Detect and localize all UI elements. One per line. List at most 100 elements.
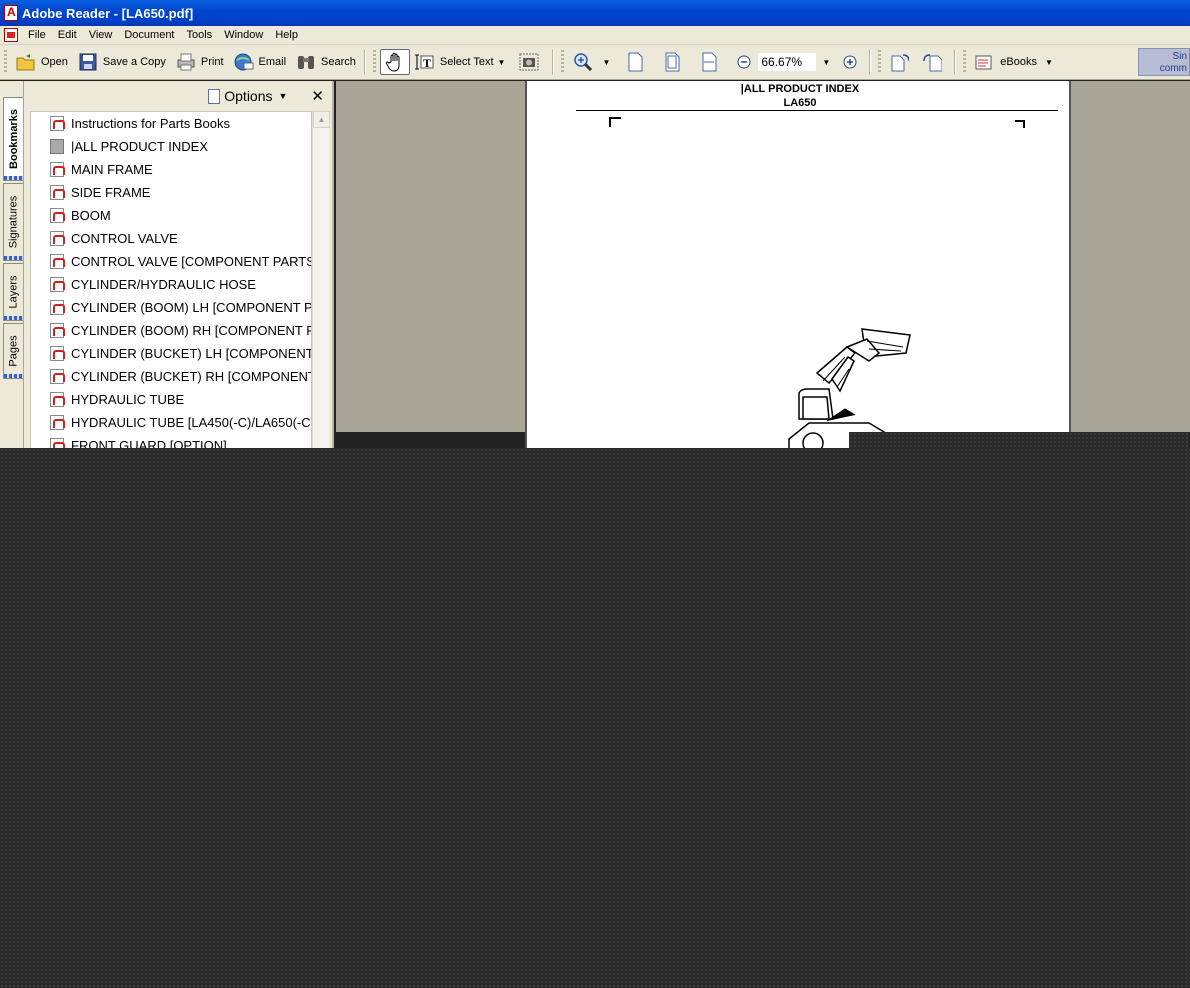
bookmark-item[interactable]: Instructions for Parts Books: [31, 112, 311, 135]
toolbar-separator: [363, 49, 366, 75]
bookmark-item[interactable]: CYLINDER (BOOM) RH [COMPONENT P: [31, 319, 311, 342]
close-icon[interactable]: ✕: [311, 87, 324, 105]
open-button[interactable]: Open: [11, 48, 73, 76]
chevron-down-icon[interactable]: ▼: [822, 58, 830, 67]
camera-icon: [519, 52, 539, 72]
tab-indicator: [4, 316, 23, 320]
menu-window[interactable]: Window: [218, 29, 269, 41]
bookmark-item[interactable]: BOOM: [31, 204, 311, 227]
menu-tools[interactable]: Tools: [181, 29, 219, 41]
text-cursor-icon: T: [414, 52, 435, 72]
bookmark-item[interactable]: CYLINDER (BUCKET) RH [COMPONENT: [31, 365, 311, 388]
zoom-in-icon: [840, 52, 860, 72]
fit-width-button[interactable]: [693, 48, 730, 76]
ebooks-button[interactable]: eBooks ▼: [970, 48, 1062, 76]
search-button[interactable]: Search: [291, 48, 361, 76]
toolbar-separator: [552, 49, 555, 75]
fit-page-button[interactable]: [656, 48, 693, 76]
menu-help[interactable]: Help: [269, 29, 304, 41]
snapshot-button[interactable]: [514, 48, 549, 76]
pdf-page-icon: [50, 116, 65, 131]
bookmark-item[interactable]: CYLINDER/HYDRAULIC HOSE: [31, 273, 311, 296]
toolbar-grip[interactable]: [878, 50, 882, 74]
bookmark-label: |ALL PRODUCT INDEX: [71, 139, 209, 154]
fit-page-icon: [662, 52, 682, 72]
menu-bar: File Edit View Document Tools Window Hel…: [0, 26, 1190, 45]
zoom-in-button[interactable]: [834, 48, 866, 76]
bookmark-label: BOOM: [71, 208, 111, 223]
bookmark-item[interactable]: HYDRAULIC TUBE: [31, 388, 311, 411]
bookmark-item[interactable]: CONTROL VALVE: [31, 227, 311, 250]
toolbar-separator: [869, 49, 872, 75]
rotate-clockwise-button[interactable]: [885, 48, 918, 76]
bookmark-item[interactable]: HYDRAULIC TUBE [LA450(-C)/LA650(-C)]: [31, 411, 311, 434]
save-copy-button[interactable]: Save a Copy: [73, 48, 171, 76]
bookmark-label: Instructions for Parts Books: [71, 116, 230, 131]
toolbar-grip[interactable]: [4, 50, 7, 74]
page-header-model: LA650: [783, 97, 817, 109]
pdf-page-icon: [50, 208, 65, 223]
document-icon[interactable]: [4, 28, 18, 42]
bookmark-item[interactable]: MAIN FRAME: [31, 158, 311, 181]
tab-signatures[interactable]: Signatures: [3, 183, 23, 261]
toolbar-grip[interactable]: [372, 50, 376, 74]
chevron-down-icon[interactable]: ▼: [498, 58, 506, 67]
pdf-page-icon: [50, 231, 65, 246]
pdf-page-icon: [50, 162, 65, 177]
options-icon: [206, 88, 221, 104]
rotate-counterclockwise-button[interactable]: [918, 48, 951, 76]
promo-line-2: comm: [1159, 63, 1187, 74]
tab-indicator: [4, 256, 23, 260]
pdf-page-icon: [50, 277, 65, 292]
ebooks-label: eBooks: [1000, 56, 1037, 68]
bookmark-label: CYLINDER (BUCKET) RH [COMPONENT: [71, 369, 312, 384]
toolbar-grip[interactable]: [963, 50, 967, 74]
hand-icon: [385, 52, 405, 72]
pdf-page: |ALL PRODUCT INDEX LA650: [525, 81, 1071, 451]
bookmark-label: HYDRAULIC TUBE: [71, 392, 185, 407]
zoom-level-field[interactable]: 66.67%: [758, 53, 817, 71]
bookmarks-scrollbar[interactable]: ▲: [312, 111, 330, 448]
bookmark-list: Instructions for Parts Books |ALL PRODUC…: [30, 111, 312, 448]
pdf-page-icon: [50, 185, 65, 200]
menu-view[interactable]: View: [83, 29, 119, 41]
bookmark-item[interactable]: CYLINDER (BUCKET) LH [COMPONENT: [31, 342, 311, 365]
bookmark-label: FRONT GUARD [OPTION]: [71, 438, 227, 448]
zoom-out-button[interactable]: [730, 48, 758, 76]
tab-bookmarks[interactable]: Bookmarks: [3, 97, 23, 181]
select-text-button[interactable]: T Select Text ▼: [410, 48, 515, 76]
print-button[interactable]: Print: [171, 48, 229, 76]
pdf-page-icon: [50, 392, 65, 407]
bookmark-item[interactable]: CONTROL VALVE [COMPONENT PARTS: [31, 250, 311, 273]
hand-tool-button[interactable]: [379, 49, 410, 75]
chevron-down-icon[interactable]: ▼: [279, 91, 288, 101]
open-label: Open: [41, 56, 68, 68]
bookmark-item[interactable]: |ALL PRODUCT INDEX: [31, 135, 311, 158]
menu-edit[interactable]: Edit: [52, 29, 83, 41]
chevron-down-icon[interactable]: ▼: [602, 58, 610, 67]
tab-layers[interactable]: Layers: [3, 263, 23, 321]
bookmark-item[interactable]: SIDE FRAME: [31, 181, 311, 204]
tab-pages[interactable]: Pages: [3, 323, 23, 379]
menu-document[interactable]: Document: [118, 29, 180, 41]
email-button[interactable]: Email: [229, 48, 292, 76]
bookmark-item[interactable]: FRONT GUARD [OPTION]: [31, 434, 311, 448]
crop-mark-top-right: [1015, 120, 1025, 128]
zoom-tool-button[interactable]: ▼: [568, 48, 619, 76]
scroll-up-arrow-icon[interactable]: ▲: [313, 111, 330, 128]
bookmark-item[interactable]: CYLINDER (BOOM) LH [COMPONENT PA: [31, 296, 311, 319]
menu-file[interactable]: File: [22, 29, 52, 41]
chevron-down-icon[interactable]: ▼: [1045, 58, 1053, 67]
zoom-out-icon: [734, 52, 754, 72]
bookmark-label: CYLINDER (BOOM) RH [COMPONENT P: [71, 323, 312, 338]
actual-size-page-icon: [625, 52, 645, 72]
document-view[interactable]: |ALL PRODUCT INDEX LA650: [336, 81, 1190, 451]
toolbar-separator: [954, 49, 957, 75]
options-menu[interactable]: Options: [224, 88, 272, 104]
toolbar-grip[interactable]: [561, 50, 565, 74]
actual-size-button[interactable]: [619, 48, 656, 76]
promo-button[interactable]: Sin comm: [1138, 48, 1190, 76]
bookmark-label: SIDE FRAME: [71, 185, 151, 200]
pdf-page-icon: [50, 300, 65, 315]
redacted-region: [849, 432, 1190, 448]
